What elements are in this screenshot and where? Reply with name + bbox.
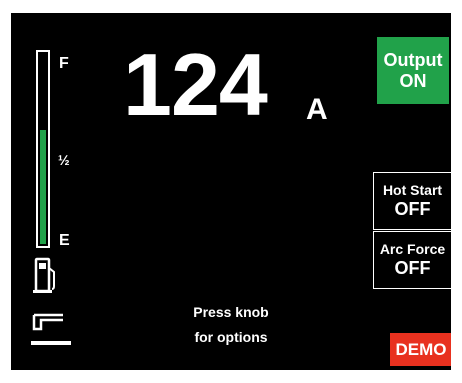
- output-label: Output: [383, 49, 443, 70]
- knob-hint-text: Press knob for options: [166, 300, 296, 350]
- output-state: ON: [399, 70, 427, 91]
- hint-line-2: for options: [194, 329, 268, 345]
- fuel-pump-icon: [33, 257, 55, 293]
- fuel-empty-label: E: [59, 232, 70, 249]
- fuel-level-fill: [40, 130, 46, 244]
- hot-start-value: OFF: [394, 198, 431, 219]
- arc-force-value: OFF: [394, 257, 431, 278]
- hint-line-1: Press knob: [193, 304, 269, 320]
- welding-current-value: 124: [123, 35, 268, 134]
- arc-force-setting[interactable]: Arc Force OFF: [373, 231, 451, 289]
- fuel-level-gauge: [36, 50, 50, 248]
- hot-start-label: Hot Start: [382, 181, 443, 198]
- fuel-full-label: F: [59, 55, 69, 72]
- demo-badge: DEMO: [390, 333, 451, 366]
- stick-electrode-icon: [31, 313, 71, 345]
- arc-force-label: Arc Force: [379, 240, 446, 257]
- welding-current-unit: A: [306, 93, 328, 126]
- welder-display-screen: F ½ E 124 A Output ON Hot Start OFF Arc …: [11, 13, 451, 370]
- output-toggle-button[interactable]: Output ON: [377, 37, 449, 104]
- hot-start-setting[interactable]: Hot Start OFF: [373, 172, 451, 230]
- fuel-half-label: ½: [58, 152, 70, 168]
